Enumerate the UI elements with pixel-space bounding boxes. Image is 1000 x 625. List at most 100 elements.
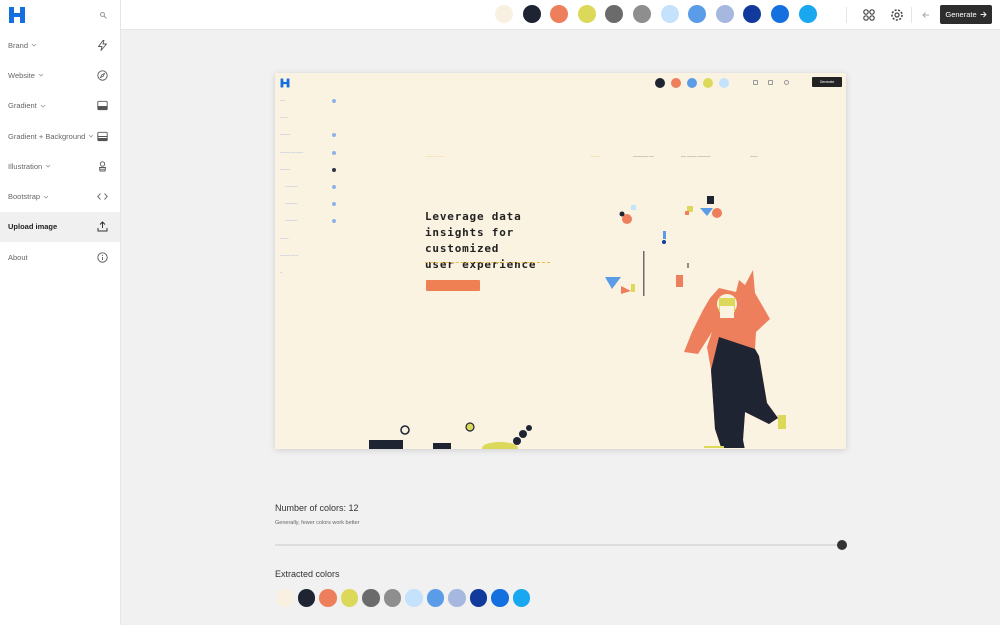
palette-swatch[interactable] [577,5,596,23]
preview-swatch [703,78,713,88]
preview-nav-line: ─── [280,116,288,120]
extracted-color-swatch[interactable] [469,589,487,607]
palette-swatch[interactable] [770,5,789,23]
palette-swatch[interactable] [715,5,734,23]
sidebar-item-gradient[interactable]: Gradient [0,91,120,121]
preview-logo-icon [280,78,290,88]
preview-swatch [719,78,729,88]
preview-cta-button [426,280,480,291]
extracted-color-swatch[interactable] [276,589,294,607]
preview-menu-item: ────── ── [633,155,654,159]
sidebar-item-illustration[interactable]: Illustration [0,151,120,181]
preview-swatch [671,78,681,88]
preview-gear-icon [784,80,789,85]
sidebar-item-left: Gradient [8,101,46,110]
extracted-color-swatch[interactable] [491,589,509,607]
color-count-title: Number of colors: 12 [275,503,359,513]
extracted-color-swatch[interactable] [426,589,444,607]
sidebar: Brand Website Gradient Gradient + Backgroun… [0,0,121,625]
preview-nav-dot [332,219,336,223]
sidebar-item-left: Illustration [8,162,51,171]
sidebar-item-label: Bootstrap [8,192,41,202]
info-icon [97,252,108,263]
sidebar-item-left: Upload image [8,222,57,231]
sidebar-item-website[interactable]: Website [0,60,120,90]
preview-nav-dot [332,168,336,172]
sidebar-item-left: About [8,253,28,262]
bolt-icon [98,39,107,51]
settings-gear-icon[interactable] [890,8,904,22]
palette-swatch[interactable] [632,5,651,23]
sidebar-item-upload-image[interactable]: Upload image [0,211,120,243]
extracted-color-swatch[interactable] [319,589,337,607]
preview-nav-dot [332,151,336,155]
palette-swatch[interactable] [495,5,513,23]
extracted-color-swatch[interactable] [340,589,358,607]
sidebar-item-label: Brand [8,40,29,50]
preview-nav-line: ───── [285,185,298,189]
palette-swatch[interactable] [743,5,762,23]
extracted-color-swatch[interactable] [405,589,423,607]
preview-nav-line: ───── [285,219,298,223]
palette-swatch[interactable] [522,5,541,23]
extracted-colors-title: Extracted colors [275,569,340,579]
uploaded-image-preview: Generate ── ─── ──── ──── ───── ──── ───… [275,73,846,449]
preview-nav-line: ──── ─── [280,254,299,258]
sidebar-header [0,0,120,30]
sidebar-item-label: Gradient [8,101,37,111]
chevron-down-icon [89,134,94,138]
sidebar-item-left: Website [8,71,44,80]
generate-label: Generate [945,10,977,19]
sidebar-item-left: Gradient + Background [8,132,94,141]
logo-icon[interactable] [8,6,26,24]
extracted-color-swatch[interactable] [512,589,530,607]
preview-headline-line: user experience [425,258,537,271]
sidebar-item-about[interactable]: About [0,242,120,272]
topbar: Generate [121,0,1000,30]
preview-nav-line: ──── ───── [280,151,304,155]
palette-swatch[interactable] [605,5,624,23]
preview-menu-item: ─── [750,155,758,159]
color-count-slider-track[interactable] [275,544,842,546]
extracted-color-swatch[interactable] [383,589,401,607]
sidebar-item-gradient-background[interactable]: Gradient + Background [0,121,120,151]
preview-nav-dot [332,185,336,189]
preview-nav-line: ── [280,99,285,103]
topbar-divider [846,7,847,23]
palette-swatch[interactable] [660,5,679,23]
sidebar-item-label: About [8,252,28,262]
chevron-down-icon [40,104,46,108]
preview-nav-line: ───── [285,202,298,206]
pin-icon[interactable] [98,10,108,20]
extracted-color-swatch[interactable] [448,589,466,607]
extracted-color-swatch[interactable] [362,589,380,607]
preview-nav-line: ──── [280,168,290,172]
extracted-color-swatch[interactable] [297,589,315,607]
back-arrow-icon[interactable] [919,8,933,22]
sidebar-item-brand[interactable]: Brand [0,30,120,60]
palette-swatch[interactable] [798,5,817,23]
preview-nav-dot [332,99,336,103]
preview-headline-line: insights for customized [425,226,515,255]
code-icon [97,193,108,200]
color-count-slider-thumb[interactable] [837,540,847,550]
person-icon [98,161,107,172]
chevron-down-icon [45,165,51,168]
preview-headline-line: Leverage data [425,210,522,223]
arrow-right-icon [980,11,987,18]
sidebar-item-bootstrap[interactable]: Bootstrap [0,181,120,211]
chevron-down-icon [38,74,44,78]
preview-illustration [605,196,786,448]
palette-swatch[interactable] [688,5,707,23]
compass-icon [97,70,108,81]
preview-menu-item: ──── [590,155,600,159]
palette-swatch[interactable] [550,5,569,23]
sidebar-item-left: Brand [8,41,37,50]
generate-button[interactable]: Generate [940,5,992,24]
preview-edit-icon [753,80,758,85]
sidebar-item-label: Illustration [8,161,43,171]
lock-colors-icon[interactable] [862,8,876,22]
extracted-colors-row [276,589,530,607]
gradient-bg-icon [97,131,108,141]
preview-swatch [655,78,665,88]
